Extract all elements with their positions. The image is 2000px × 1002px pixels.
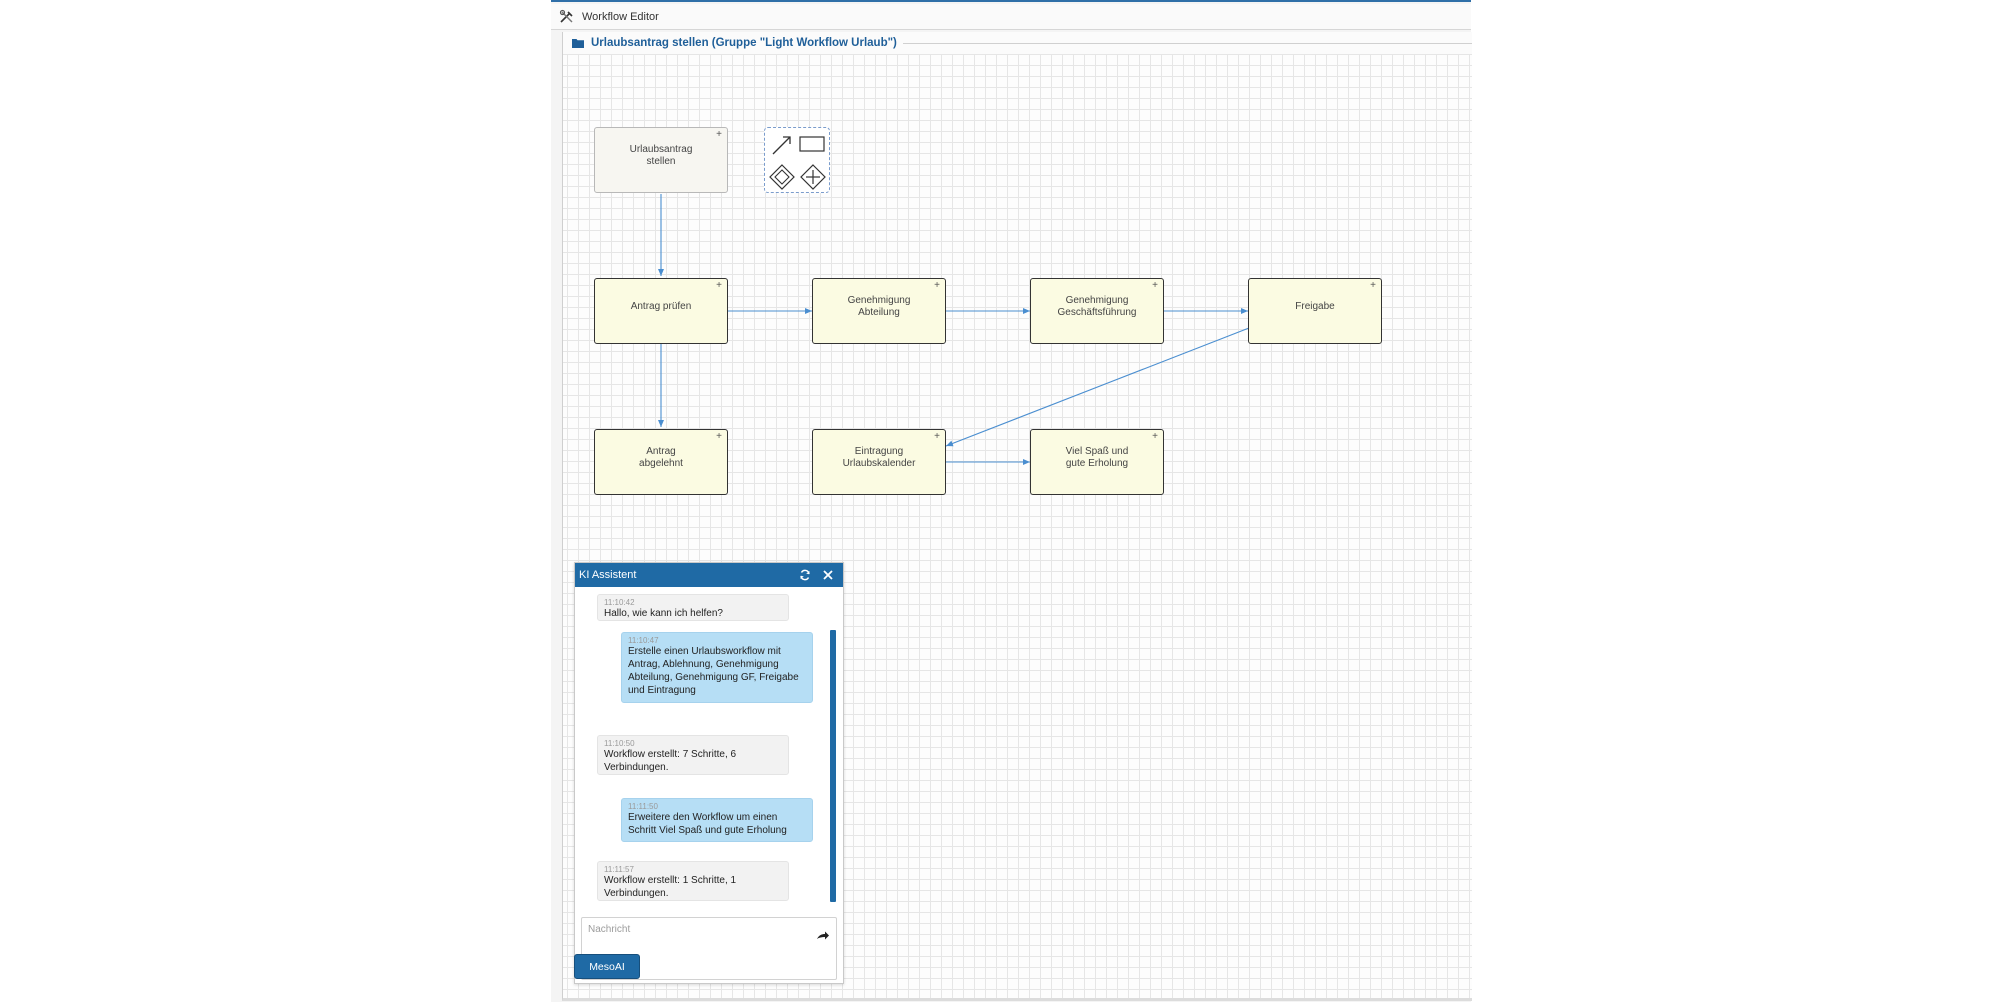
gateway-exclusive-icon[interactable] — [769, 164, 795, 190]
node-label: Urlaubsantrag stellen — [629, 144, 693, 167]
chat-scrollbar[interactable] — [830, 630, 836, 902]
node-label: Freigabe — [1295, 301, 1335, 312]
refresh-icon — [800, 569, 810, 581]
title-separator — [551, 29, 1471, 30]
chat-message-ai: 11:10:50 Workflow erstellt: 7 Schritte, … — [597, 735, 789, 775]
message-text: Erstelle einen Urlaubsworkflow mit Antra… — [628, 646, 799, 696]
chat-title: KI Assistent — [579, 569, 637, 581]
node-genehmigung-geschaeftsfuehrung[interactable]: Genehmigung Geschäftsführung + — [1030, 278, 1164, 344]
chat-message-user: 11:11:50 Erweitere den Workflow um einen… — [621, 798, 813, 842]
message-time: 11:11:57 — [604, 865, 634, 874]
chat-header: KI Assistent — [575, 563, 843, 587]
node-viel-spass[interactable]: Viel Spaß und gute Erholung + — [1030, 429, 1164, 495]
ai-assistant-panel: KI Assistent 11:10:42 Hallo, wie kann ic… — [574, 562, 844, 984]
node-add-button[interactable]: + — [1152, 432, 1158, 442]
rectangle-icon[interactable] — [798, 134, 826, 154]
message-time: 11:11:50 — [628, 802, 658, 811]
node-add-button[interactable]: + — [934, 432, 940, 442]
close-icon — [823, 570, 833, 580]
arrow-icon[interactable] — [770, 133, 794, 157]
workflow-editor-window: Workflow Editor Urlaubsantrag stellen (G… — [551, 0, 1472, 1002]
title-bar: Workflow Editor — [551, 4, 1471, 30]
node-antrag-abgelehnt[interactable]: Antrag abgelehnt + — [594, 429, 728, 495]
node-add-button[interactable]: + — [716, 130, 722, 140]
node-add-button[interactable]: + — [1152, 281, 1158, 291]
send-icon[interactable] — [816, 930, 830, 942]
close-button[interactable] — [820, 567, 836, 583]
folder-icon — [572, 39, 584, 48]
node-add-button[interactable]: + — [716, 432, 722, 442]
message-text: Workflow erstellt: 1 Schritte, 1 Verbind… — [604, 875, 737, 899]
node-add-button[interactable]: + — [716, 281, 722, 291]
chat-messages[interactable]: 11:10:42 Hallo, wie kann ich helfen? 11:… — [575, 587, 843, 913]
chat-message-ai: 11:10:42 Hallo, wie kann ich helfen? — [597, 594, 789, 621]
message-time: 11:10:47 — [628, 636, 659, 645]
node-genehmigung-abteilung[interactable]: Genehmigung Abteilung + — [812, 278, 946, 344]
mesoai-button[interactable]: MesoAI — [574, 954, 640, 979]
header-divider — [902, 42, 1472, 44]
message-time: 11:10:42 — [604, 598, 635, 607]
workflow-title: Urlaubsantrag stellen (Gruppe "Light Wor… — [591, 37, 897, 49]
node-add-button[interactable]: + — [1370, 281, 1376, 291]
node-eintragung-urlaubskalender[interactable]: Eintragung Urlaubskalender + — [812, 429, 946, 495]
node-label: Viel Spaß und gute Erholung — [1065, 446, 1129, 469]
message-text: Workflow erstellt: 7 Schritte, 6 Verbind… — [604, 749, 737, 773]
editor-header: Urlaubsantrag stellen (Gruppe "Light Wor… — [563, 32, 1472, 54]
refresh-button[interactable] — [797, 567, 813, 583]
node-add-button[interactable]: + — [934, 281, 940, 291]
node-label: Antrag abgelehnt — [639, 446, 683, 469]
node-urlaubsantrag-stellen[interactable]: Urlaubsantrag stellen + — [594, 127, 728, 193]
message-time: 11:10:50 — [604, 739, 635, 748]
message-text: Hallo, wie kann ich helfen? — [604, 608, 723, 619]
window-title: Workflow Editor — [582, 11, 659, 23]
chat-message-user: 11:10:47 Erstelle einen Urlaubsworkflow … — [621, 632, 813, 703]
chat-message-ai: 11:11:57 Workflow erstellt: 1 Schritte, … — [597, 861, 789, 901]
editor-panel: Urlaubsantrag stellen (Gruppe "Light Wor… — [562, 32, 1472, 1001]
tools-icon — [559, 9, 573, 23]
node-antrag-pruefen[interactable]: Antrag prüfen + — [594, 278, 728, 344]
node-label: Antrag prüfen — [630, 301, 692, 312]
workflow-canvas[interactable]: Urlaubsantrag stellen + Antrag prüfen + … — [563, 54, 1472, 998]
node-label: Eintragung Urlaubskalender — [842, 446, 916, 469]
message-text: Erweitere den Workflow um einen Schritt … — [628, 812, 787, 836]
node-freigabe[interactable]: Freigabe + — [1248, 278, 1382, 344]
shape-palette — [764, 127, 830, 193]
node-label: Genehmigung Abteilung — [847, 295, 911, 318]
gateway-parallel-icon[interactable] — [800, 164, 826, 190]
node-label: Genehmigung Geschäftsführung — [1057, 295, 1137, 318]
